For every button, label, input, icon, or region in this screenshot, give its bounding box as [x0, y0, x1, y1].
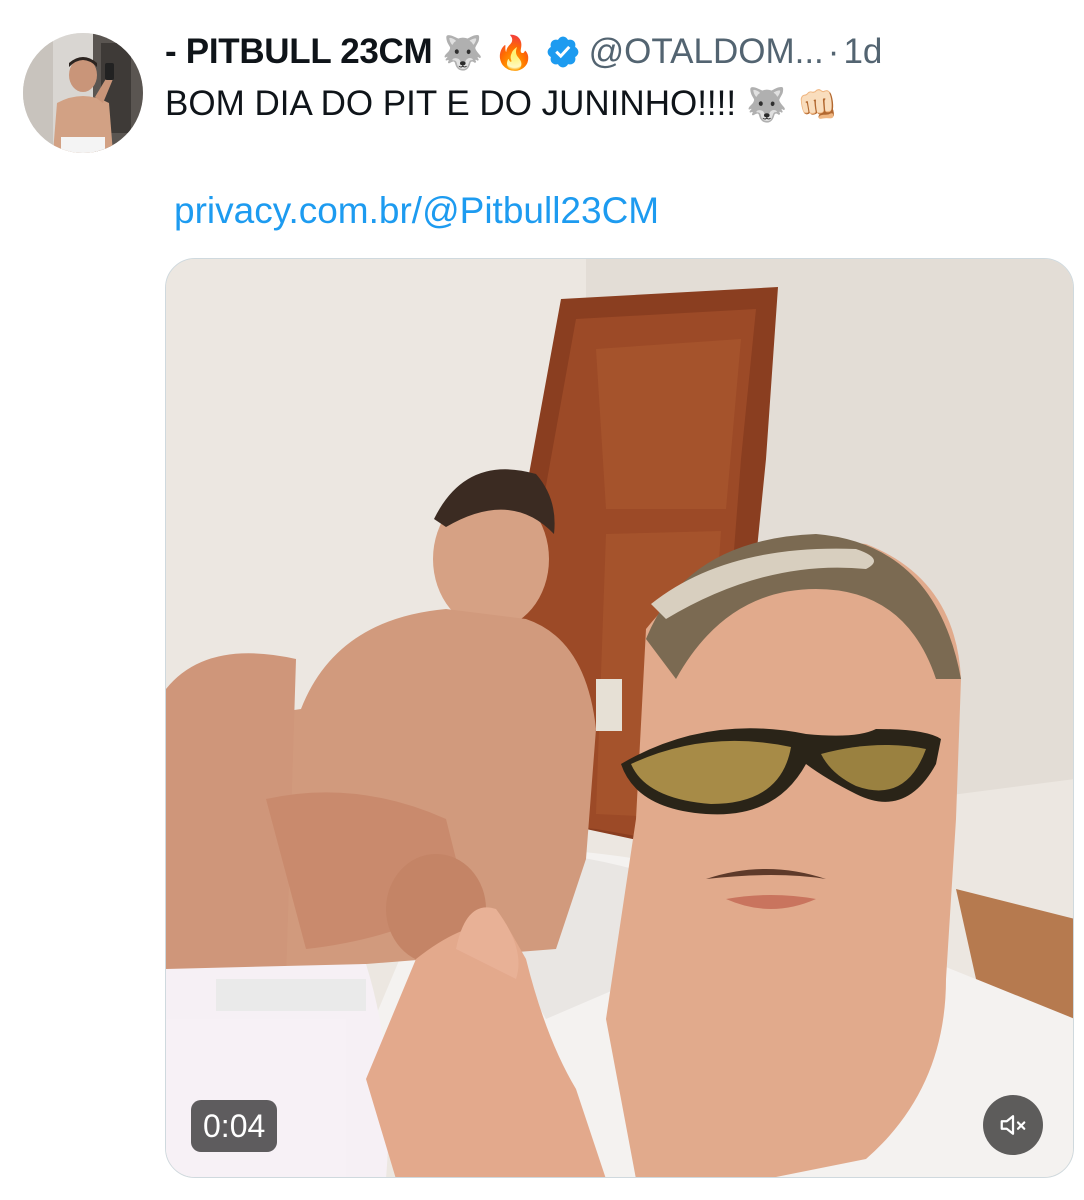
tweet-link[interactable]: privacy.com.br/@Pitbull23CM — [174, 190, 659, 232]
video-player[interactable]: 0:04 — [165, 258, 1074, 1178]
video-frame — [166, 259, 1073, 1177]
video-duration: 0:04 — [191, 1100, 278, 1152]
wolf-emoji: 🐺 — [442, 32, 484, 72]
avatar[interactable] — [23, 33, 143, 153]
timestamp[interactable]: 1d — [843, 32, 882, 72]
verified-badge-icon — [545, 34, 581, 70]
fire-emoji: 🔥 — [493, 32, 535, 72]
display-name[interactable]: - PITBULL 23CM — [165, 32, 433, 72]
tweet[interactable]: - PITBULL 23CM 🐺 🔥 @OTALDOM... · 1d BOM … — [0, 0, 1084, 1200]
fist-emoji: 👊🏻 — [797, 84, 839, 124]
user-handle[interactable]: @OTALDOM... — [589, 32, 824, 72]
wolf-emoji: 🐺 — [746, 84, 788, 124]
tweet-text-content: BOM DIA DO PIT E DO JUNINHO!!!! — [165, 84, 737, 123]
tweet-header: - PITBULL 23CM 🐺 🔥 @OTALDOM... · 1d — [165, 30, 882, 74]
speaker-muted-icon[interactable] — [983, 1095, 1043, 1155]
separator-dot: · — [827, 32, 840, 71]
tweet-text: BOM DIA DO PIT E DO JUNINHO!!!! 🐺 👊🏻 — [165, 84, 838, 124]
